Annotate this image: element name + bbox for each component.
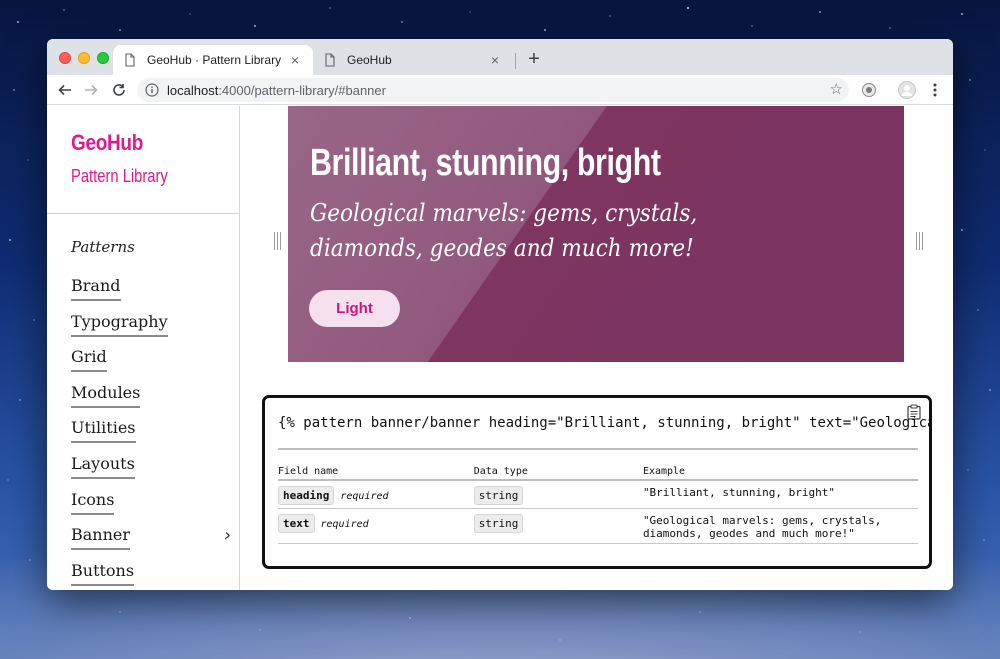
brand-title[interactable]: GeoHub [71,130,143,156]
main-content: Brilliant, stunning, bright Geological m… [241,106,953,590]
tab-separator [515,53,516,69]
tab-pattern-library[interactable]: GeoHub · Pattern Library × [113,45,313,75]
address-bar[interactable]: localhost:4000/pattern-library/#banner ☆ [137,78,849,102]
column-header: Data type [473,466,643,481]
chevron-right-icon[interactable]: › [224,525,231,546]
arrow-left-icon [58,84,71,96]
extension-button[interactable] [859,80,879,100]
browser-toolbar: localhost:4000/pattern-library/#banner ☆ [47,75,953,105]
back-button[interactable] [55,80,75,100]
table-row: heading required string "Brilliant, stunn… [278,480,918,509]
new-tab-button[interactable]: + [522,48,546,72]
data-type: string [473,514,524,533]
nav-item-modules[interactable]: Modules [71,383,231,419]
field-name: heading [278,486,335,505]
resize-handle-left[interactable] [272,232,282,250]
profile-button[interactable] [897,80,917,100]
nav-item-buttons[interactable]: Buttons [71,561,231,590]
document-icon [325,53,335,67]
sidebar: GeoHub Pattern Library Patterns Brand Ty… [47,106,240,590]
page-viewport: GeoHub Pattern Library Patterns Brand Ty… [47,106,953,590]
nav-item-brand[interactable]: Brand [71,276,231,312]
code-divider [278,448,918,450]
data-type: string [473,486,524,505]
example-value: "Brilliant, stunning, bright" [642,480,918,509]
kebab-menu-icon [933,83,937,97]
close-window-button[interactable] [59,52,71,64]
code-snippet[interactable]: {% pattern banner/banner heading="Brilli… [278,415,929,431]
close-icon[interactable]: × [487,52,503,68]
tab-title: GeoHub [347,53,392,67]
column-header: Example [642,466,918,481]
info-icon [145,83,159,97]
menu-button[interactable] [925,80,945,100]
fields-table: Field name Data type Example heading requ… [278,466,918,544]
brand-subtitle[interactable]: Pattern Library [71,166,168,187]
example-value: "Geological marvels: gems, crystals, dia… [642,508,918,544]
close-icon[interactable]: × [287,52,303,68]
avatar-icon [898,81,916,99]
tab-title: GeoHub · Pattern Library [147,53,282,67]
nav-item-banner[interactable]: Banner › [71,525,231,561]
tab-bar: GeoHub · Pattern Library × GeoHub × + [47,39,953,75]
banner-text: Geological marvels: gems, crystals, diam… [310,199,698,262]
banner-preview: Brilliant, stunning, bright Geological m… [288,106,904,362]
reload-button[interactable] [109,80,129,100]
nav-item-utilities[interactable]: Utilities [71,418,231,454]
field-name: text [278,514,315,533]
document-icon [125,53,135,67]
light-button[interactable]: Light [309,290,400,327]
nav-item-typography[interactable]: Typography [71,312,231,348]
tab-geohub[interactable]: GeoHub × [313,45,513,75]
star-icon[interactable]: ☆ [830,80,843,98]
nav-item-grid[interactable]: Grid [71,347,231,383]
pattern-nav: Brand Typography Grid Modules Utilities … [71,276,231,590]
nav-item-icons[interactable]: Icons [71,490,231,526]
resize-handle-right[interactable] [914,232,924,250]
table-row: text required string "Geological marvels:… [278,508,918,544]
browser-window: GeoHub · Pattern Library × GeoHub × + lo… [47,39,953,590]
arrow-right-icon [85,84,98,96]
extension-icon [862,83,876,97]
minimize-window-button[interactable] [78,52,90,64]
required-label: required [320,519,369,530]
url-host: localhost [167,82,219,98]
sidebar-divider [47,213,239,214]
column-header: Field name [278,466,474,481]
required-label: required [340,491,389,502]
code-panel: {% pattern banner/banner heading="Brilli… [262,395,932,569]
reload-icon [113,84,125,96]
nav-item-layouts[interactable]: Layouts [71,454,231,490]
forward-button[interactable] [81,80,101,100]
maximize-window-button[interactable] [97,52,109,64]
nav-heading: Patterns [71,238,135,256]
url-path: :4000/pattern-library/#banner [218,82,386,98]
banner-heading: Brilliant, stunning, bright [310,142,661,184]
